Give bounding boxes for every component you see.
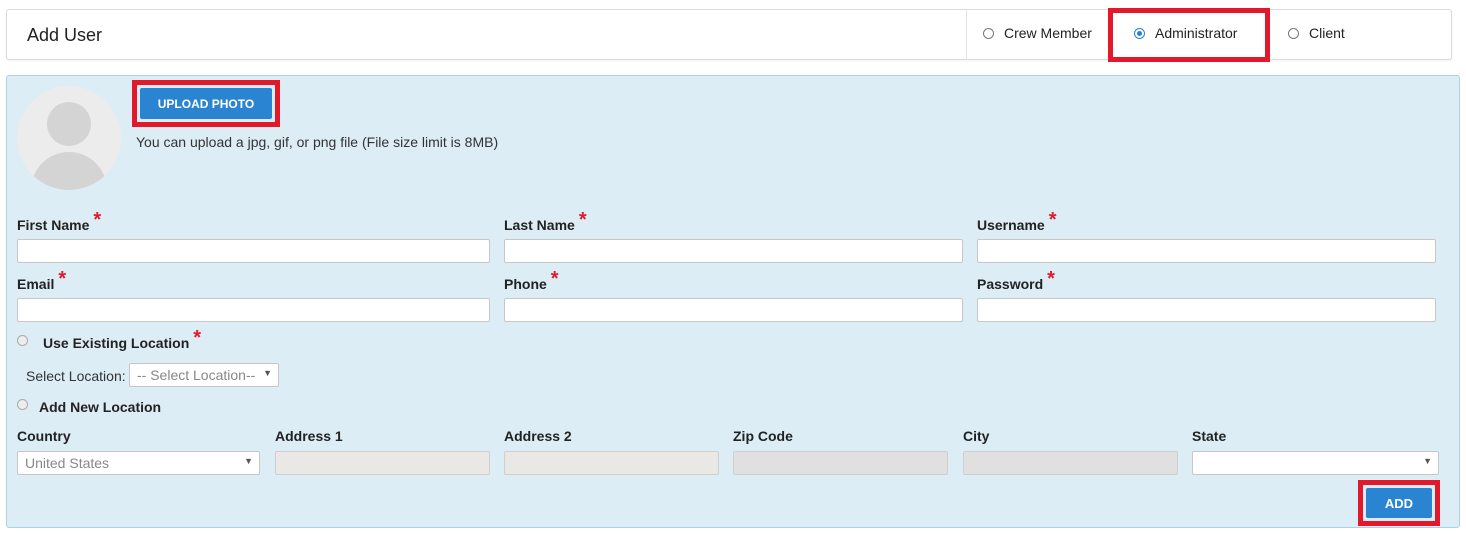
last-name-label: Last Name * xyxy=(504,209,587,233)
address2-input[interactable] xyxy=(504,451,719,475)
avatar-placeholder-icon xyxy=(17,86,121,190)
client-label: Client xyxy=(1309,25,1345,41)
upload-hint: You can upload a jpg, gif, or png file (… xyxy=(136,134,499,150)
select-location-label: Select Location: xyxy=(26,368,126,384)
select-location-dropdown[interactable]: -- Select Location-- ▼ xyxy=(129,363,279,387)
chevron-down-icon: ▼ xyxy=(263,368,272,378)
username-label: Username * xyxy=(977,209,1057,233)
country-select[interactable]: United States ▼ xyxy=(17,451,260,475)
country-label: Country xyxy=(17,428,71,444)
add-new-location-label: Add New Location xyxy=(39,399,162,415)
use-existing-location-radio[interactable] xyxy=(17,335,28,346)
administrator-highlight xyxy=(1108,8,1270,62)
client-radio[interactable] xyxy=(1288,27,1299,39)
user-form-panel: UPLOAD PHOTO You can upload a jpg, gif, … xyxy=(6,75,1460,528)
add-new-location-radio[interactable] xyxy=(17,399,28,410)
phone-label: Phone * xyxy=(504,268,559,292)
use-existing-location-label: Use Existing Location * xyxy=(43,327,202,351)
role-crew-member[interactable]: Crew Member xyxy=(983,25,1092,41)
page-title: Add User xyxy=(27,25,103,45)
address2-label: Address 2 xyxy=(504,428,572,444)
chevron-down-icon: ▼ xyxy=(1423,456,1432,466)
role-client[interactable]: Client xyxy=(1288,25,1345,41)
first-name-input[interactable] xyxy=(17,239,490,263)
password-input[interactable] xyxy=(977,298,1436,322)
upload-photo-highlight xyxy=(132,80,280,127)
chevron-down-icon: ▼ xyxy=(244,456,253,466)
address1-label: Address 1 xyxy=(275,428,343,444)
crew-member-label: Crew Member xyxy=(1004,25,1092,41)
first-name-label: First Name * xyxy=(17,209,102,233)
password-label: Password * xyxy=(977,268,1055,292)
address1-input[interactable] xyxy=(275,451,490,475)
zip-code-input[interactable] xyxy=(733,451,948,475)
last-name-input[interactable] xyxy=(504,239,963,263)
city-label: City xyxy=(963,428,990,444)
email-label: Email * xyxy=(17,268,67,292)
phone-input[interactable] xyxy=(504,298,963,322)
zip-code-label: Zip Code xyxy=(733,428,793,444)
city-input[interactable] xyxy=(963,451,1178,475)
state-label: State xyxy=(1192,428,1227,444)
username-input[interactable] xyxy=(977,239,1436,263)
crew-member-radio[interactable] xyxy=(983,27,994,39)
add-button-highlight xyxy=(1358,480,1440,526)
state-select[interactable]: ▼ xyxy=(1192,451,1439,475)
email-input[interactable] xyxy=(17,298,490,322)
